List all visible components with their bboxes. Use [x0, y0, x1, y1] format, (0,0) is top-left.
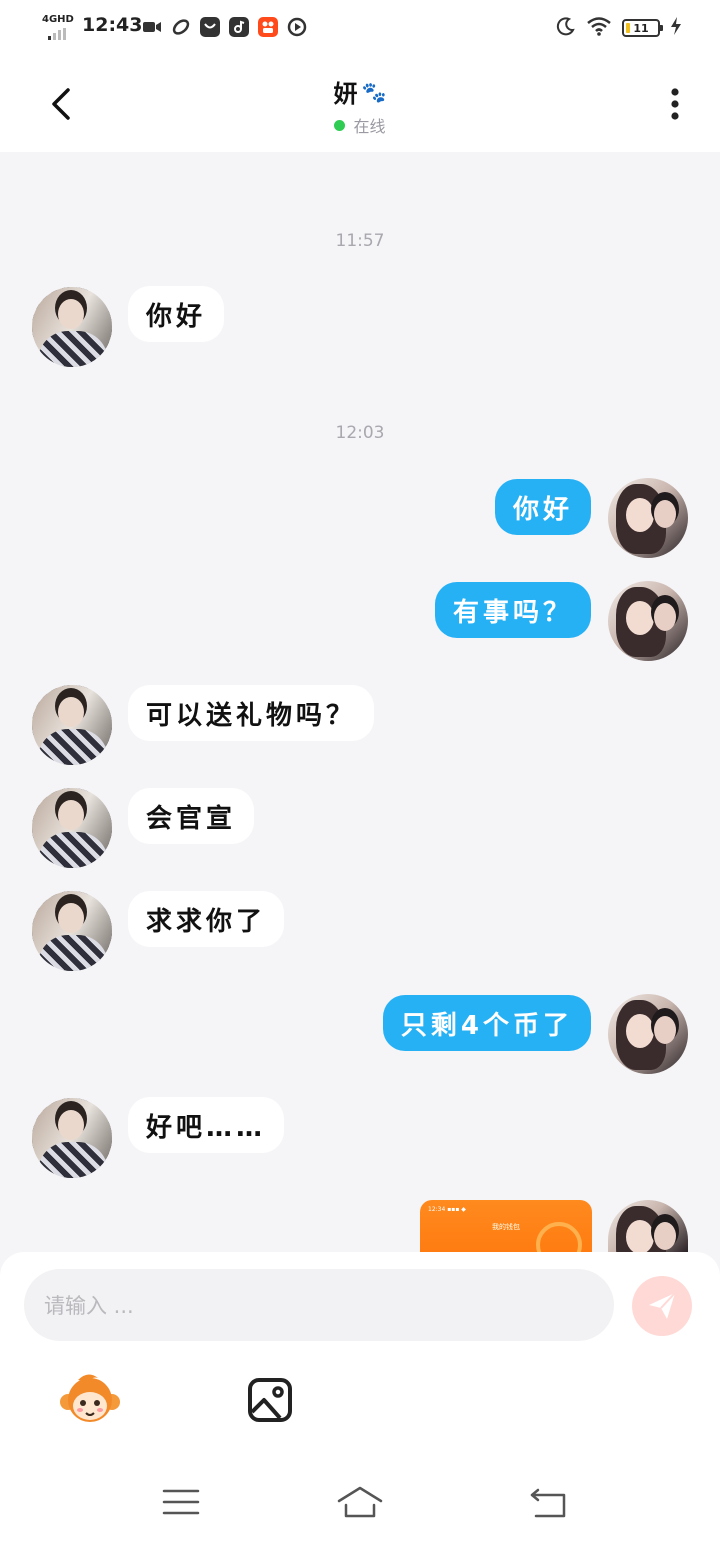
moon-icon	[556, 16, 576, 40]
incoming-message[interactable]: 好吧……	[128, 1097, 285, 1153]
my-avatar[interactable]	[608, 581, 688, 661]
contact-avatar[interactable]	[32, 891, 112, 971]
input-panel: 请输入 ...	[0, 1252, 720, 1544]
music-app-icon	[229, 17, 249, 37]
notification-icons	[142, 17, 307, 37]
my-avatar[interactable]	[608, 1200, 688, 1252]
nav-home-button[interactable]	[336, 1484, 384, 1520]
contact-avatar[interactable]	[32, 287, 112, 367]
image-thumbnail-statusbar: 12:34 ▪▪▪ ◆	[428, 1206, 466, 1213]
send-icon	[649, 1292, 676, 1319]
more-options-button[interactable]	[660, 84, 690, 124]
contact-avatar[interactable]	[32, 685, 112, 765]
contact-avatar[interactable]	[32, 788, 112, 868]
cellular-signal-icon: 4GHD	[40, 14, 76, 40]
online-status-text: 在线	[353, 117, 386, 136]
outgoing-message[interactable]: 只剩4个币了	[382, 995, 591, 1051]
image-thumbnail-title: 我的钱包	[492, 1223, 520, 1231]
chat-header: 妍 🐾 在线	[0, 56, 720, 152]
system-navigation-bar	[0, 1460, 720, 1544]
battery-icon: 11	[622, 19, 663, 37]
shopping-bag-icon	[200, 17, 220, 37]
play-icon	[287, 17, 307, 37]
message-timestamp: 11:57	[335, 231, 385, 251]
outgoing-image-message[interactable]: 12:34 ▪▪▪ ◆ 我的钱包	[420, 1200, 592, 1260]
back-nav-icon	[530, 1488, 566, 1518]
charging-icon	[670, 16, 682, 40]
battery-level: 11	[633, 21, 649, 35]
contact-info: 妍 🐾 在线	[0, 74, 720, 137]
emoji-button[interactable]	[58, 1370, 122, 1430]
my-avatar[interactable]	[608, 478, 688, 558]
message-input-placeholder: 请输入 ...	[44, 1294, 134, 1318]
contact-name[interactable]: 妍 🐾	[334, 74, 387, 109]
nav-menu-button[interactable]	[162, 1486, 200, 1518]
monkey-emoji-icon	[60, 1374, 120, 1422]
battery-fill	[626, 23, 630, 33]
incoming-message[interactable]: 你好	[128, 286, 225, 342]
image-button[interactable]	[246, 1376, 294, 1424]
incoming-message[interactable]: 求求你了	[128, 891, 285, 947]
home-icon	[337, 1486, 383, 1518]
contact-avatar[interactable]	[32, 1098, 112, 1178]
video-icon	[142, 17, 162, 37]
status-time: 12:43	[82, 14, 143, 36]
kuaishou-app-icon	[258, 17, 278, 37]
contact-name-text: 妍	[333, 80, 358, 108]
paw-icon: 🐾	[361, 79, 387, 104]
outgoing-message[interactable]: 有事吗？	[434, 582, 591, 638]
link-icon	[171, 17, 191, 37]
image-icon	[248, 1378, 292, 1422]
more-vertical-icon	[671, 88, 679, 120]
online-status: 在线	[334, 113, 386, 137]
wifi-icon	[586, 16, 612, 40]
network-type: 4GHD	[42, 14, 74, 25]
my-avatar[interactable]	[608, 994, 688, 1074]
system-status-icons: 11	[556, 16, 682, 40]
nav-back-button[interactable]	[528, 1484, 570, 1520]
incoming-message[interactable]: 可以送礼物吗？	[128, 685, 375, 741]
menu-icon	[162, 1489, 200, 1515]
message-timestamp: 12:03	[335, 423, 385, 443]
online-dot-icon	[334, 119, 346, 131]
status-bar: 4GHD 12:43 11	[0, 0, 720, 56]
outgoing-message[interactable]: 你好	[494, 479, 591, 535]
message-input[interactable]: 请输入 ...	[24, 1269, 614, 1341]
incoming-message[interactable]: 会官宣	[128, 788, 255, 844]
send-button[interactable]	[632, 1276, 692, 1336]
